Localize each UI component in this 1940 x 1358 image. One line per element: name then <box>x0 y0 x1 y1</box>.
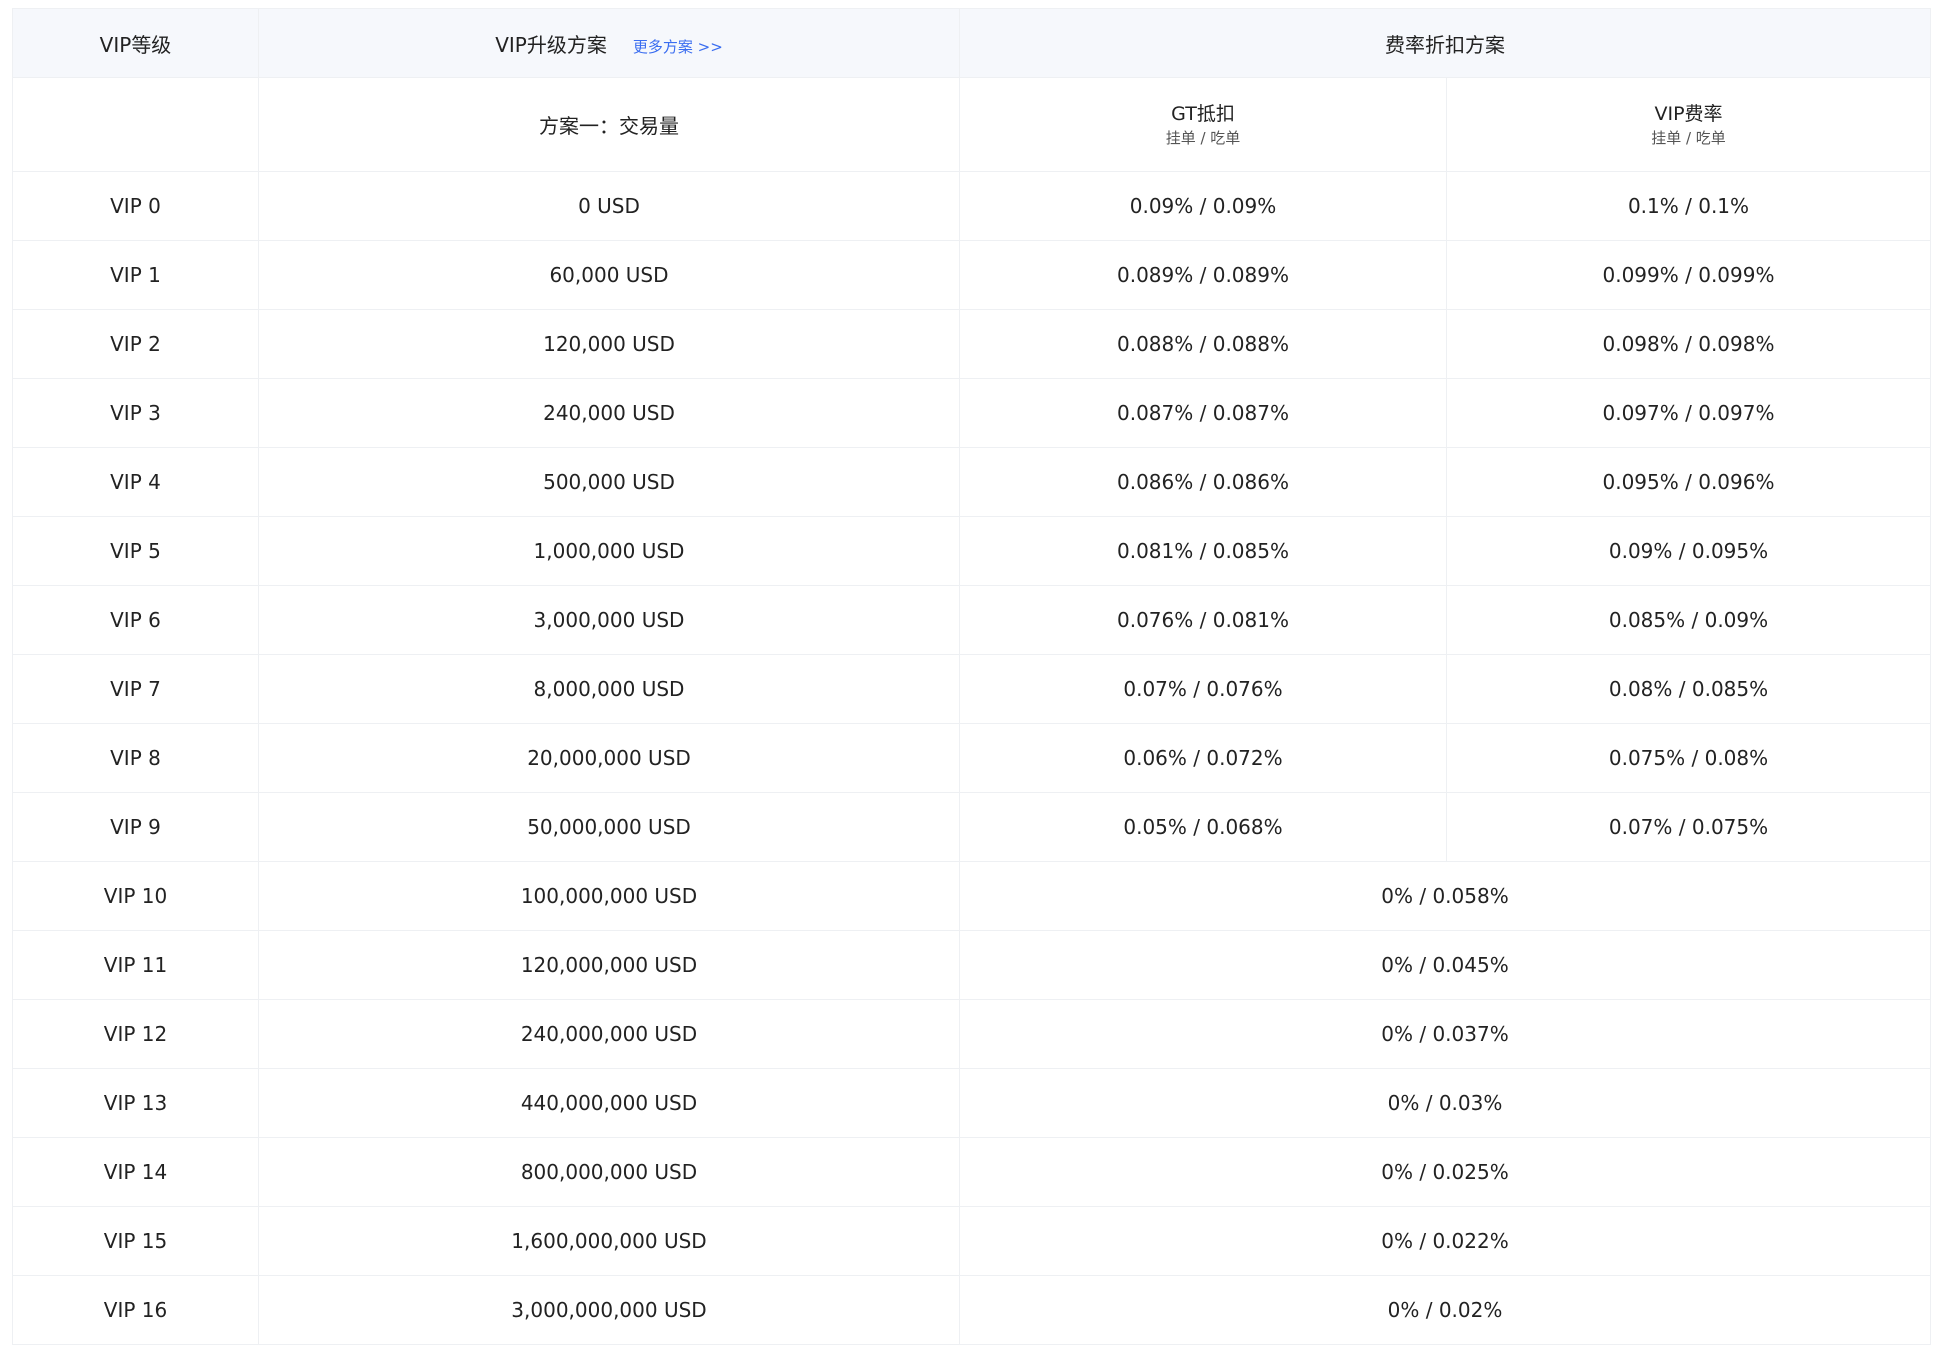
cell-merged-rate: 0% / 0.025% <box>959 1137 1931 1207</box>
cell-gt-rate: 0.081% / 0.085% <box>959 516 1447 586</box>
cell-vip-rate: 0.075% / 0.08% <box>1446 723 1931 793</box>
cell-vip-rate: 0.097% / 0.097% <box>1446 378 1931 448</box>
cell-vip-rate: 0.095% / 0.096% <box>1446 447 1931 517</box>
table-row: VIP 5 1,000,000 USD 0.081% / 0.085% 0.09% /… <box>12 516 1931 586</box>
table-body: 方案一：交易量 GT抵扣 挂单 / 吃单 VIP费率 挂单 / 吃单 VIP 0… <box>12 77 1931 1345</box>
cell-gt-rate: 0.076% / 0.081% <box>959 585 1447 655</box>
gt-deduction-title: GT抵扣 <box>1171 102 1235 125</box>
table-row: VIP 1 60,000 USD 0.089% / 0.089% 0.099% / 0… <box>12 240 1931 310</box>
cell-trade-volume: 3,000,000,000 USD <box>258 1275 960 1345</box>
cell-gt-rate: 0.07% / 0.076% <box>959 654 1447 724</box>
table-header-row: VIP等级 VIP升级方案 更多方案 >> 费率折扣方案 <box>12 8 1931 78</box>
cell-vip-level: VIP 7 <box>12 654 259 724</box>
cell-vip-level: VIP 0 <box>12 171 259 241</box>
table-row: VIP 14 800,000,000 USD 0% / 0.025% <box>12 1137 1931 1207</box>
table-row: VIP 12 240,000,000 USD 0% / 0.037% <box>12 999 1931 1069</box>
cell-trade-volume: 120,000,000 USD <box>258 930 960 1000</box>
cell-merged-rate: 0% / 0.02% <box>959 1275 1931 1345</box>
cell-gt-rate: 0.088% / 0.088% <box>959 309 1447 379</box>
cell-merged-rate: 0% / 0.037% <box>959 999 1931 1069</box>
cell-gt-rate: 0.087% / 0.087% <box>959 378 1447 448</box>
cell-vip-level: VIP 1 <box>12 240 259 310</box>
cell-vip-level: VIP 14 <box>12 1137 259 1207</box>
vip-rate-title: VIP费率 <box>1654 102 1723 125</box>
table-row: VIP 2 120,000 USD 0.088% / 0.088% 0.098% / … <box>12 309 1931 379</box>
table-row: VIP 3 240,000 USD 0.087% / 0.087% 0.097% / … <box>12 378 1931 448</box>
cell-vip-rate: 0.1% / 0.1% <box>1446 171 1931 241</box>
table-row: VIP 8 20,000,000 USD 0.06% / 0.072% 0.075% … <box>12 723 1931 793</box>
table-row: VIP 13 440,000,000 USD 0% / 0.03% <box>12 1068 1931 1138</box>
cell-gt-rate: 0.06% / 0.072% <box>959 723 1447 793</box>
cell-vip-level: VIP 4 <box>12 447 259 517</box>
subheader-plan-one: 方案一：交易量 <box>258 77 960 172</box>
cell-vip-rate: 0.07% / 0.075% <box>1446 792 1931 862</box>
table-row: VIP 7 8,000,000 USD 0.07% / 0.076% 0.08% / … <box>12 654 1931 724</box>
table-row: VIP 11 120,000,000 USD 0% / 0.045% <box>12 930 1931 1000</box>
cell-trade-volume: 3,000,000 USD <box>258 585 960 655</box>
cell-vip-level: VIP 16 <box>12 1275 259 1345</box>
cell-gt-rate: 0.089% / 0.089% <box>959 240 1447 310</box>
cell-vip-level: VIP 10 <box>12 861 259 931</box>
cell-merged-rate: 0% / 0.03% <box>959 1068 1931 1138</box>
cell-merged-rate: 0% / 0.045% <box>959 930 1931 1000</box>
header-vip-upgrade-label: VIP升级方案 <box>495 32 607 57</box>
cell-vip-rate: 0.099% / 0.099% <box>1446 240 1931 310</box>
cell-trade-volume: 0 USD <box>258 171 960 241</box>
cell-vip-level: VIP 6 <box>12 585 259 655</box>
cell-trade-volume: 120,000 USD <box>258 309 960 379</box>
cell-vip-level: VIP 3 <box>12 378 259 448</box>
cell-trade-volume: 8,000,000 USD <box>258 654 960 724</box>
cell-gt-rate: 0.05% / 0.068% <box>959 792 1447 862</box>
table-row: VIP 00 USD 0.09% / 0.09% 0.1% / 0.1% <box>12 171 1931 241</box>
table-row: VIP 9 50,000,000 USD 0.05% / 0.068% 0.07% /… <box>12 792 1931 862</box>
cell-merged-rate: 0% / 0.058% <box>959 861 1931 931</box>
cell-vip-level: VIP 5 <box>12 516 259 586</box>
cell-trade-volume: 800,000,000 USD <box>258 1137 960 1207</box>
cell-trade-volume: 20,000,000 USD <box>258 723 960 793</box>
cell-vip-level: VIP 12 <box>12 999 259 1069</box>
subheader-vip-rate: VIP费率 挂单 / 吃单 <box>1446 77 1931 172</box>
cell-trade-volume: 1,000,000 USD <box>258 516 960 586</box>
more-plans-link[interactable]: 更多方案 >> <box>633 38 723 56</box>
cell-vip-level: VIP 13 <box>12 1068 259 1138</box>
cell-trade-volume: 440,000,000 USD <box>258 1068 960 1138</box>
gt-deduction-caption: 挂单 / 吃单 <box>1165 128 1241 147</box>
cell-trade-volume: 500,000 USD <box>258 447 960 517</box>
cell-vip-rate: 0.09% / 0.095% <box>1446 516 1931 586</box>
table-row: VIP 4 500,000 USD 0.086% / 0.086% 0.095% / … <box>12 447 1931 517</box>
cell-vip-level: VIP 11 <box>12 930 259 1000</box>
cell-trade-volume: 240,000 USD <box>258 378 960 448</box>
subheader-gt-deduction: GT抵扣 挂单 / 吃单 <box>959 77 1447 172</box>
header-fee-discount: 费率折扣方案 <box>959 8 1931 78</box>
cell-vip-rate: 0.085% / 0.09% <box>1446 585 1931 655</box>
table-subheader-row: 方案一：交易量 GT抵扣 挂单 / 吃单 VIP费率 挂单 / 吃单 <box>12 77 1931 172</box>
cell-vip-level: VIP 8 <box>12 723 259 793</box>
cell-vip-level: VIP 2 <box>12 309 259 379</box>
table-row: VIP 15 1,600,000,000 USD 0% / 0.022% <box>12 1206 1931 1276</box>
cell-vip-rate: 0.098% / 0.098% <box>1446 309 1931 379</box>
cell-trade-volume: 60,000 USD <box>258 240 960 310</box>
cell-trade-volume: 100,000,000 USD <box>258 861 960 931</box>
header-vip-level: VIP等级 <box>12 8 259 78</box>
cell-vip-level: VIP 15 <box>12 1206 259 1276</box>
vip-rate-caption: 挂单 / 吃单 <box>1651 128 1726 147</box>
table-row: VIP 6 3,000,000 USD 0.076% / 0.081% 0.085% … <box>12 585 1931 655</box>
subheader-empty-cell <box>12 77 259 172</box>
table-row: VIP 10 100,000,000 USD 0% / 0.058% <box>12 861 1931 931</box>
cell-trade-volume: 50,000,000 USD <box>258 792 960 862</box>
cell-vip-rate: 0.08% / 0.085% <box>1446 654 1931 724</box>
cell-trade-volume: 240,000,000 USD <box>258 999 960 1069</box>
cell-gt-rate: 0.086% / 0.086% <box>959 447 1447 517</box>
cell-merged-rate: 0% / 0.022% <box>959 1206 1931 1276</box>
cell-vip-level: VIP 9 <box>12 792 259 862</box>
cell-trade-volume: 1,600,000,000 USD <box>258 1206 960 1276</box>
cell-gt-rate: 0.09% / 0.09% <box>959 171 1447 241</box>
table-row: VIP 16 3,000,000,000 USD 0% / 0.02% <box>12 1275 1931 1345</box>
header-vip-upgrade: VIP升级方案 更多方案 >> <box>258 8 960 78</box>
vip-fee-table-container: VIP等级 VIP升级方案 更多方案 >> 费率折扣方案 方案一：交易量 GT抵扣… <box>12 8 1931 1345</box>
vip-fee-table: VIP等级 VIP升级方案 更多方案 >> 费率折扣方案 方案一：交易量 GT抵扣… <box>12 8 1931 1345</box>
